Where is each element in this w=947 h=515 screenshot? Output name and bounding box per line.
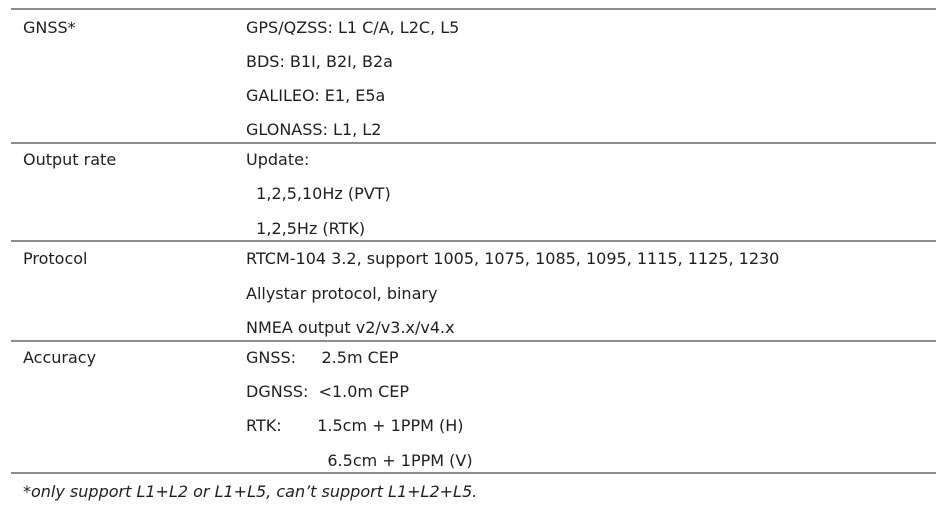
accuracy-line-3: RTK: 1.5cm + 1PPM (H) (246, 416, 464, 435)
row-divider (11, 340, 936, 342)
footnote: *only support L1+L2 or L1+L5, can’t supp… (23, 482, 478, 501)
row-divider (11, 240, 936, 242)
gnss-line-4: GLONASS: L1, L2 (246, 120, 382, 139)
accuracy-line-4: 6.5cm + 1PPM (V) (246, 451, 473, 470)
gnss-line-2: BDS: B1I, B2I, B2a (246, 52, 393, 71)
table-top-border (11, 8, 936, 10)
protocol-line-1: RTCM-104 3.2, support 1005, 1075, 1085, … (246, 249, 780, 268)
row-label-accuracy: Accuracy (23, 348, 97, 367)
protocol-line-2: Allystar protocol, binary (246, 284, 438, 303)
table-bottom-border (11, 472, 936, 474)
output-rate-line-3: 1,2,5Hz (RTK) (246, 219, 366, 238)
row-label-gnss: GNSS* (23, 18, 76, 37)
spec-table: GNSS* GPS/QZSS: L1 C/A, L2C, L5 BDS: B1I… (11, 0, 936, 515)
row-label-protocol: Protocol (23, 249, 88, 268)
protocol-line-3: NMEA output v2/v3.x/v4.x (246, 318, 455, 337)
accuracy-line-1: GNSS: 2.5m CEP (246, 348, 399, 367)
output-rate-line-1: Update: (246, 150, 310, 169)
gnss-line-1: GPS/QZSS: L1 C/A, L2C, L5 (246, 18, 460, 37)
gnss-line-3: GALILEO: E1, E5a (246, 86, 386, 105)
row-divider (11, 142, 936, 144)
accuracy-line-2: DGNSS: <1.0m CEP (246, 382, 410, 401)
output-rate-line-2: 1,2,5,10Hz (PVT) (246, 184, 391, 203)
row-label-output-rate: Output rate (23, 150, 117, 169)
